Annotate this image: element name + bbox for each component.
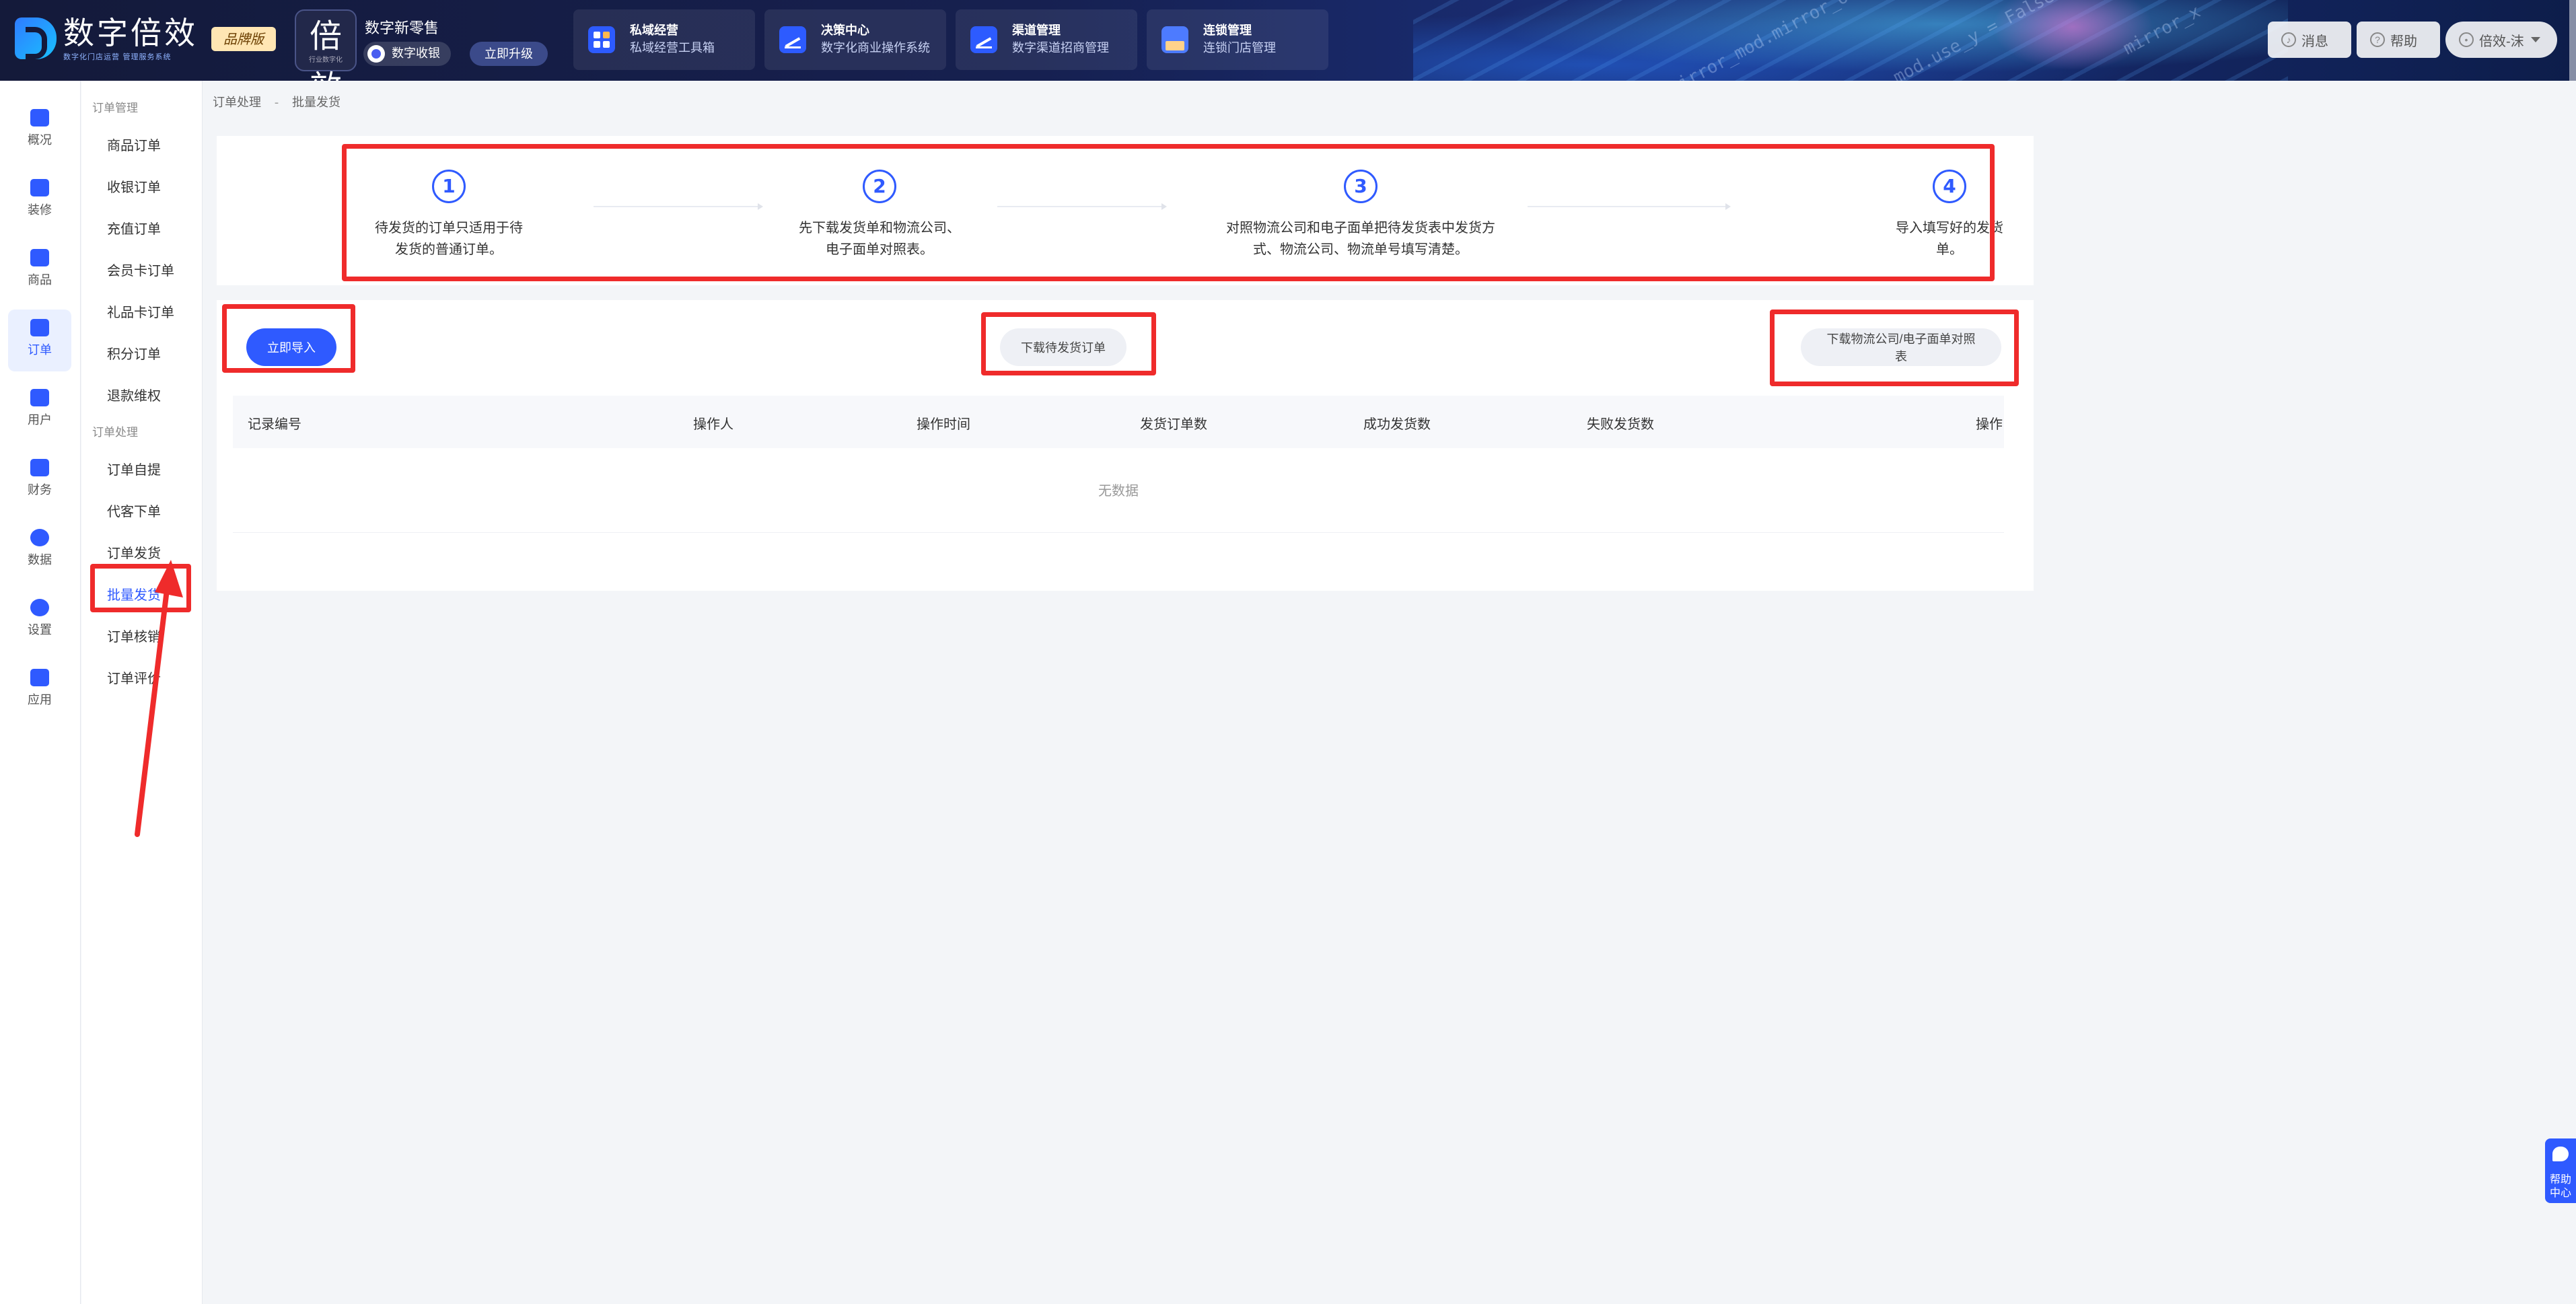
topnav-title: 私域经营 (630, 24, 678, 38)
scrollbar[interactable] (2569, 0, 2576, 81)
user-name: 倍效-沫 (2479, 34, 2524, 49)
column-header-failed-count: 失败发货数 (1587, 416, 1654, 432)
column-header-actions: 操作 (1976, 416, 2003, 432)
order-icon (30, 319, 49, 336)
logo-title: 数字倍效 (63, 15, 198, 51)
logo-icon (15, 17, 57, 59)
topnav-title: 决策中心 (821, 24, 869, 38)
help-button[interactable]: ? 帮助 (2357, 22, 2440, 58)
rail-item-label: 设置 (28, 623, 52, 637)
submenu-group-title: 订单处理 (92, 426, 138, 439)
store-plan-badge: 数字收银 (363, 42, 451, 66)
chart-icon (779, 26, 806, 53)
store-plan-label: 数字收银 (392, 46, 440, 61)
brush-icon (30, 179, 49, 196)
annotation-box-download-orders (981, 312, 1156, 375)
submenu-item-cashier-orders[interactable]: 收银订单 (107, 176, 161, 196)
store-avatar-subtext: 行业数字化 (309, 57, 343, 64)
rail-item-label: 订单 (28, 343, 52, 357)
shield-icon (367, 45, 385, 63)
brand-edition-tag: 品牌版 (211, 27, 276, 51)
column-header-shipped-orders: 发货订单数 (1140, 416, 1207, 432)
rail-item-label: 数据 (28, 553, 52, 567)
rail-item-data[interactable]: 数据 (8, 519, 71, 581)
topnav-title: 连锁管理 (1203, 24, 1252, 38)
chevron-down-icon (2530, 37, 2540, 42)
rail-item-label: 用户 (28, 413, 52, 427)
store-avatar-text: 倍效 (309, 17, 342, 81)
brand-logo[interactable]: 数字倍效 数字化门店运营 管理服务系统 (15, 15, 198, 62)
overview-icon (30, 109, 49, 126)
submenu-item-membership-orders[interactable]: 会员卡订单 (107, 260, 174, 279)
column-header-operator: 操作人 (693, 416, 734, 432)
submenu-item-refunds[interactable]: 退款维权 (107, 385, 161, 404)
store-avatar[interactable]: 倍效 行业数字化 (295, 9, 357, 81)
pie-chart-icon (30, 529, 49, 546)
gear-icon (30, 599, 49, 616)
topnav-decision-center[interactable]: 决策中心 数字化商业操作系统 (764, 9, 946, 70)
topnav-subtitle: 私域经营工具箱 (630, 41, 715, 55)
question-icon: ? (2370, 32, 2385, 47)
breadcrumb-separator: - (274, 96, 279, 110)
help-center-button[interactable]: 帮助中心 (2545, 1138, 2576, 1203)
column-header-success-count: 成功发货数 (1363, 416, 1431, 432)
topnav-subtitle: 数字渠道招商管理 (1012, 41, 1109, 55)
finance-icon (30, 459, 49, 476)
breadcrumb-parent[interactable]: 订单处理 (213, 96, 261, 110)
submenu-item-self-pickup[interactable]: 订单自提 (107, 459, 161, 478)
help-label: 帮助 (2390, 34, 2417, 49)
topnav-private-domain[interactable]: 私域经营 私域经营工具箱 (573, 9, 755, 70)
logo-subtitle: 数字化门店运营 管理服务系统 (63, 52, 172, 61)
breadcrumb-current: 批量发货 (291, 96, 341, 110)
upgrade-button[interactable]: 立即升级 (470, 42, 548, 66)
bell-icon: ♪ (2281, 32, 2296, 47)
rail-item-decoration[interactable]: 装修 (8, 170, 71, 231)
shop-icon (1161, 26, 1188, 53)
table-empty-state: 无数据 (233, 448, 2004, 533)
topnav-title: 渠道管理 (1012, 24, 1061, 38)
submenu-item-product-orders[interactable]: 商品订单 (107, 135, 161, 154)
annotation-arrow (135, 560, 183, 837)
rail-item-apps[interactable]: 应用 (8, 659, 71, 721)
submenu-item-giftcard-orders[interactable]: 礼品卡订单 (107, 301, 174, 321)
topnav-subtitle: 数字化商业操作系统 (821, 41, 930, 55)
grid-icon (588, 26, 615, 53)
annotation-box-steps (342, 144, 1995, 281)
user-menu-button[interactable]: • 倍效-沫 (2445, 22, 2557, 58)
topnav-subtitle: 连锁门店管理 (1203, 41, 1276, 55)
rail-item-orders[interactable]: 订单 (8, 310, 71, 371)
chart-icon (970, 26, 997, 53)
rail-item-goods[interactable]: 商品 (8, 240, 71, 301)
rail-item-users[interactable]: 用户 (8, 379, 71, 441)
annotation-box-import (222, 304, 355, 373)
submenu-item-recharge-orders[interactable]: 充值订单 (107, 218, 161, 238)
rail-item-overview[interactable]: 概况 (8, 100, 71, 161)
top-header: mirror_mod.mirror_object mod.use_y = Fal… (0, 0, 2576, 81)
user-icon: • (2459, 32, 2474, 47)
store-name: 数字新零售 (365, 20, 439, 37)
rail-item-label: 商品 (28, 273, 52, 287)
goods-icon (30, 249, 49, 266)
topnav-chain-management[interactable]: 连锁管理 连锁门店管理 (1147, 9, 1328, 70)
submenu-item-proxy-order[interactable]: 代客下单 (107, 501, 161, 520)
messages-label: 消息 (2301, 34, 2328, 49)
user-icon (30, 389, 49, 406)
rail-item-label: 装修 (28, 203, 52, 217)
annotation-box-download-mapping (1770, 310, 2019, 386)
submenu-group-title: 订单管理 (92, 102, 138, 115)
rail-item-settings[interactable]: 设置 (8, 589, 71, 651)
messages-button[interactable]: ♪ 消息 (2268, 22, 2351, 58)
breadcrumb: 订单处理 - 批量发货 (213, 93, 341, 110)
column-header-operation-time: 操作时间 (917, 416, 970, 432)
submenu-item-points-orders[interactable]: 积分订单 (107, 343, 161, 363)
rail-item-finance[interactable]: 财务 (8, 449, 71, 511)
records-table-header: 记录编号 操作人 操作时间 发货订单数 成功发货数 失败发货数 操作 (233, 396, 2004, 448)
apps-icon (30, 669, 49, 686)
topnav-channel-management[interactable]: 渠道管理 数字渠道招商管理 (956, 9, 1137, 70)
primary-sidebar: 概况 装修 商品 订单 用户 财务 数据 设置 应用 (0, 81, 81, 1304)
rail-item-label: 应用 (28, 693, 52, 707)
rail-item-label: 概况 (28, 133, 52, 147)
rail-item-label: 财务 (28, 483, 52, 497)
column-header-record-id: 记录编号 (248, 416, 301, 432)
